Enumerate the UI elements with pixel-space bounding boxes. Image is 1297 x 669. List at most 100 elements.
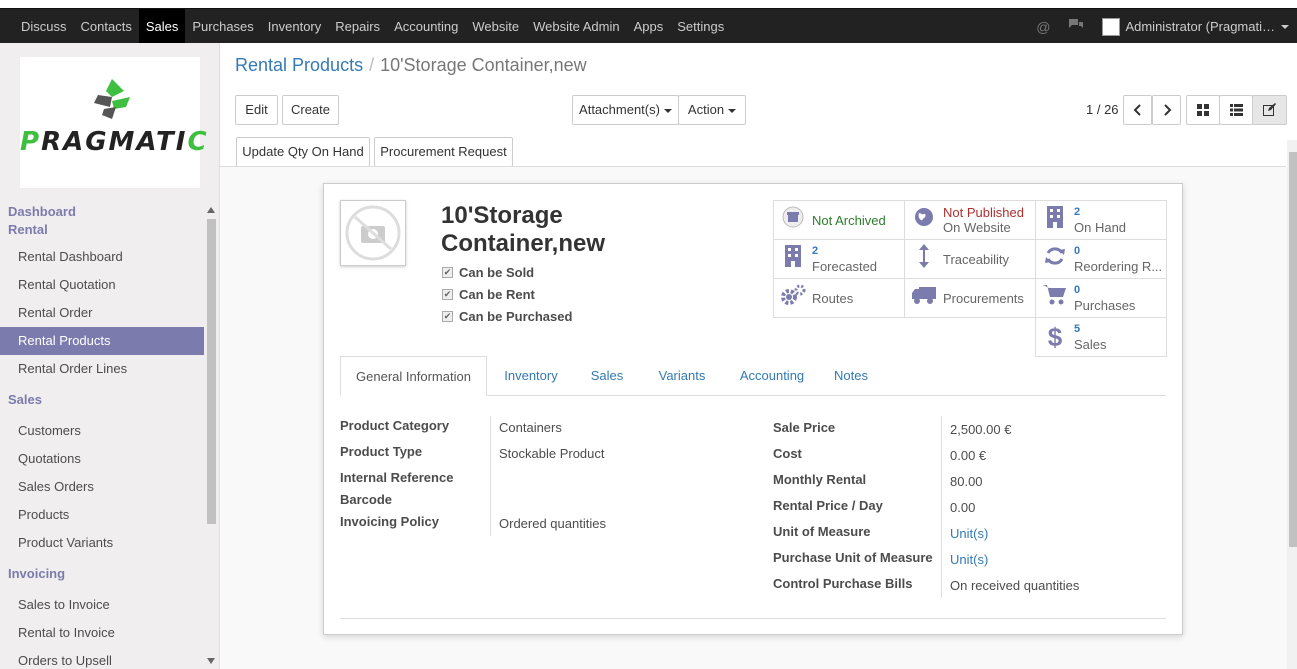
procurements-button[interactable]: Procurements	[904, 278, 1036, 318]
product-type-value[interactable]: Stockable Product	[499, 446, 605, 461]
tab-variants[interactable]: Variants	[648, 356, 716, 396]
sidebar-item-rental-quotation[interactable]: Rental Quotation	[0, 271, 204, 299]
sidebar-item-rental-to-invoice[interactable]: Rental to Invoice	[0, 619, 204, 647]
section-sales[interactable]: Sales	[0, 383, 204, 417]
logo-wordmark: PRAGMATIC	[20, 127, 209, 157]
website-publish-button[interactable]: Not Published On Website	[904, 200, 1036, 240]
sidebar-item-rental-dashboard[interactable]: Rental Dashboard	[0, 243, 204, 271]
rental-price-day-value[interactable]: 0.00	[950, 500, 975, 515]
archive-icon	[780, 206, 806, 234]
sidebar: PRAGMATIC Dashboard Rental Rental Dashbo…	[0, 43, 220, 669]
archive-toggle-button[interactable]: Not Archived	[773, 200, 905, 240]
at-icon[interactable]: @	[1036, 19, 1050, 35]
avatar[interactable]	[1102, 17, 1121, 36]
edit-button[interactable]: Edit	[235, 95, 278, 125]
notebook-tabs: General Information Inventory Sales Vari…	[340, 356, 1166, 396]
sidebar-item-orders-to-upsell[interactable]: Orders to Upsell	[0, 647, 204, 669]
attachments-dropdown[interactable]: Attachment(s)	[572, 95, 679, 125]
sidebar-scrollbar[interactable]	[205, 205, 216, 667]
procurement-request-button[interactable]: Procurement Request	[374, 137, 513, 167]
forecasted-count: 2	[812, 245, 819, 257]
nav-settings[interactable]: Settings	[670, 9, 731, 44]
can-be-purchased-checkbox[interactable]: ✔ Can be Purchased	[442, 309, 572, 324]
sidebar-item-products[interactable]: Products	[0, 501, 204, 529]
nav-sales[interactable]: Sales	[138, 9, 186, 44]
section-invoicing[interactable]: Invoicing	[0, 557, 204, 591]
nav-purchases[interactable]: Purchases	[185, 9, 260, 44]
product-name: 10'Storage Container,new	[441, 202, 606, 257]
routes-button[interactable]: Routes	[773, 278, 905, 318]
page-scroll-thumb[interactable]	[1289, 152, 1297, 547]
cart-icon	[1042, 284, 1068, 312]
sidebar-item-sales-orders[interactable]: Sales Orders	[0, 473, 204, 501]
nav-website-admin[interactable]: Website Admin	[526, 9, 626, 44]
purchase-uom-label: Purchase Unit of Measure	[773, 550, 933, 565]
tab-sales[interactable]: Sales	[582, 356, 632, 396]
sale-price-value[interactable]: 2,500.00 €	[950, 422, 1011, 437]
purchases-button[interactable]: 0 Purchases	[1035, 278, 1167, 318]
tab-inventory[interactable]: Inventory	[495, 356, 567, 396]
section-rental[interactable]: Rental	[0, 221, 204, 239]
pager-next-button[interactable]	[1152, 95, 1181, 125]
breadcrumb-current: 10'Storage Container,new	[380, 55, 587, 75]
nav-accounting[interactable]: Accounting	[387, 9, 465, 44]
tab-general-information[interactable]: General Information	[340, 356, 487, 396]
tab-notes[interactable]: Notes	[827, 356, 875, 396]
publish-sub: On Website	[943, 220, 1011, 235]
update-qty-button[interactable]: Update Qty On Hand	[236, 137, 370, 167]
sidebar-scroll-thumb[interactable]	[207, 219, 216, 524]
reordering-button[interactable]: 0 Reordering R...	[1035, 239, 1167, 279]
section-dashboard[interactable]: Dashboard	[0, 203, 204, 221]
action-dropdown[interactable]: Action	[678, 95, 746, 125]
create-button[interactable]: Create	[282, 95, 339, 125]
nav-repairs[interactable]: Repairs	[328, 9, 387, 44]
cost-label: Cost	[773, 446, 802, 461]
sidebar-item-rental-order-lines[interactable]: Rental Order Lines	[0, 355, 204, 383]
can-be-rent-checkbox[interactable]: ✔ Can be Rent	[442, 287, 535, 302]
control-bills-value[interactable]: On received quantities	[950, 578, 1079, 593]
uom-value[interactable]: Unit(s)	[950, 526, 988, 541]
sidebar-item-customers[interactable]: Customers	[0, 417, 204, 445]
nav-apps[interactable]: Apps	[627, 9, 671, 44]
purchase-uom-value[interactable]: Unit(s)	[950, 552, 988, 567]
logo-mark-icon	[94, 79, 130, 119]
monthly-rental-value[interactable]: 80.00	[950, 474, 983, 489]
sales-button[interactable]: $ 5 Sales	[1035, 317, 1167, 357]
tab-accounting[interactable]: Accounting	[730, 356, 814, 396]
forecasted-button[interactable]: 2 Forecasted	[773, 239, 905, 279]
nav-website[interactable]: Website	[465, 9, 526, 44]
list-view-button[interactable]	[1219, 95, 1253, 125]
sidebar-item-quotations[interactable]: Quotations	[0, 445, 204, 473]
user-menu[interactable]: Administrator (Pragmati…	[1125, 19, 1275, 34]
nav-discuss[interactable]: Discuss	[14, 9, 74, 44]
product-category-value[interactable]: Containers	[499, 420, 562, 435]
sidebar-item-product-variants[interactable]: Product Variants	[0, 529, 204, 557]
app-menu: Discuss Contacts Sales Purchases Invento…	[14, 9, 731, 44]
sidebar-menu: Dashboard Rental Rental Dashboard Rental…	[0, 203, 204, 669]
nav-contacts[interactable]: Contacts	[74, 9, 139, 44]
nav-inventory[interactable]: Inventory	[261, 9, 328, 44]
chevron-right-icon	[1163, 104, 1171, 116]
invoicing-policy-value[interactable]: Ordered quantities	[499, 516, 606, 531]
traceability-button[interactable]: Traceability	[904, 239, 1036, 279]
can-be-sold-checkbox[interactable]: ✔ Can be Sold	[442, 265, 534, 280]
chat-icon[interactable]	[1068, 18, 1084, 35]
on-hand-button[interactable]: 2 On Hand	[1035, 200, 1167, 240]
scroll-up-icon[interactable]	[207, 207, 215, 213]
website-status: Not Published On Website	[943, 205, 1024, 235]
building-icon	[780, 245, 806, 273]
form-sheet: 10'Storage Container,new ✔ Can be Sold ✔ C…	[323, 183, 1183, 635]
scroll-down-icon[interactable]	[207, 658, 215, 664]
cost-value[interactable]: 0.00 €	[950, 448, 986, 463]
sidebar-item-sales-to-invoice[interactable]: Sales to Invoice	[0, 591, 204, 619]
breadcrumb-parent[interactable]: Rental Products	[235, 55, 363, 75]
product-image[interactable]	[340, 200, 406, 266]
sidebar-item-rental-products[interactable]: Rental Products	[0, 327, 204, 355]
sidebar-item-rental-order[interactable]: Rental Order	[0, 299, 204, 327]
kanban-view-button[interactable]	[1186, 95, 1220, 125]
user-area: @ Administrator (Pragmati…	[1036, 9, 1289, 44]
form-view-button[interactable]	[1252, 95, 1287, 125]
pager-previous-button[interactable]	[1123, 95, 1152, 125]
chevron-down-icon	[1281, 24, 1289, 29]
product-type-label: Product Type	[340, 444, 423, 459]
